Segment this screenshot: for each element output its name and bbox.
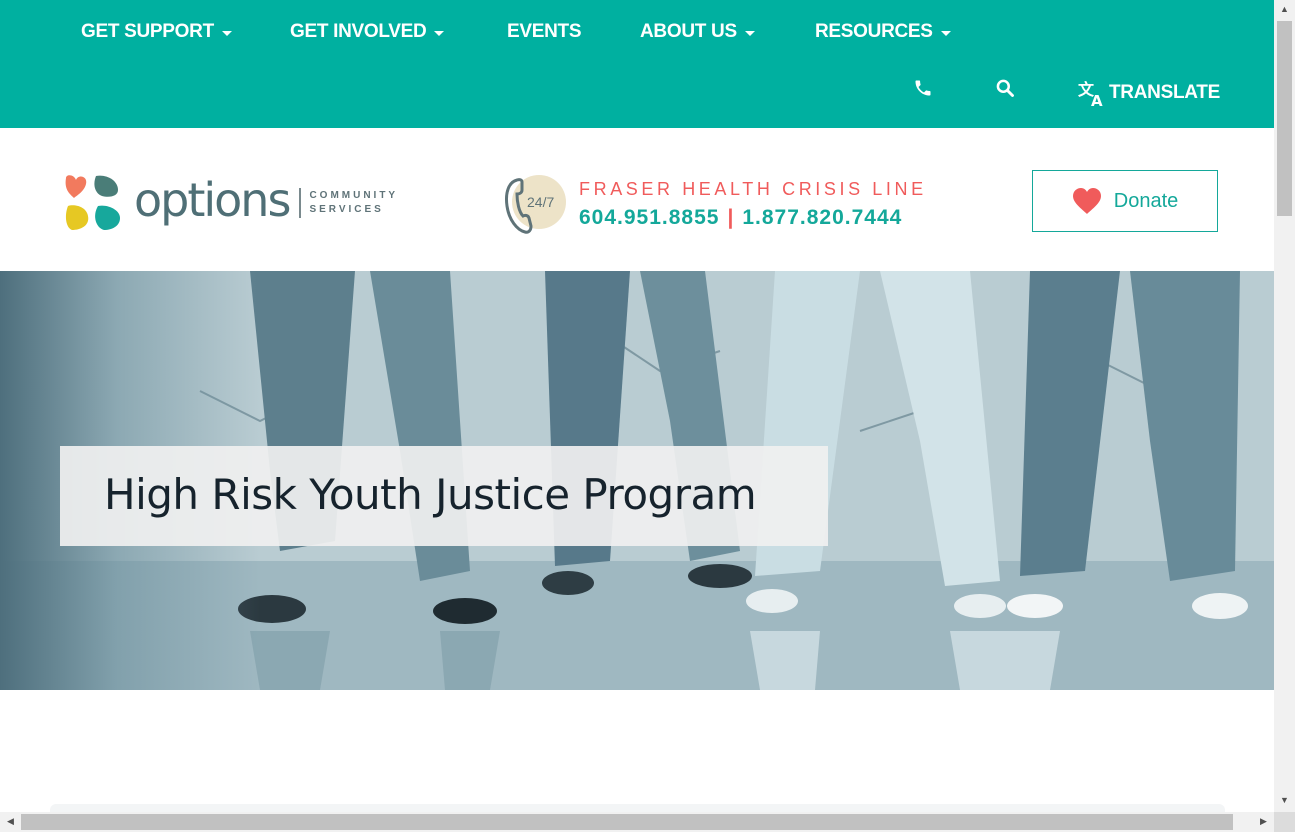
search-icon (996, 79, 1014, 97)
horizontal-scrollbar[interactable]: ◀ ▶ (0, 812, 1274, 832)
donate-label: Donate (1113, 189, 1179, 212)
site-logo[interactable]: options COMMUNITY SERVICES (62, 172, 398, 234)
nav-get-involved-label: GET INVOLVED (290, 21, 427, 42)
crisis-phones: 604.951.8855 | 1.877.820.7444 (579, 206, 927, 230)
phone-button[interactable] (913, 78, 933, 98)
scroll-right-arrow-icon[interactable]: ▶ (1253, 816, 1274, 827)
hero-title-box: High Risk Youth Justice Program (60, 446, 828, 546)
scroll-left-arrow-icon[interactable]: ◀ (0, 816, 21, 827)
vertical-scrollbar[interactable]: ▲ ▼ (1274, 0, 1295, 812)
scroll-down-arrow-icon[interactable]: ▼ (1274, 795, 1295, 805)
caret-down-icon (221, 30, 232, 36)
translate-button[interactable]: 文 A TRANSLATE (1077, 78, 1220, 108)
logo-sub-line1: COMMUNITY (309, 190, 399, 201)
caret-down-icon (940, 30, 951, 36)
scrollbar-corner (1274, 812, 1295, 832)
phone-icon (915, 80, 931, 96)
logo-wordmark: options (134, 173, 291, 227)
nav-get-involved[interactable]: GET INVOLVED (290, 19, 445, 45)
svg-text:A: A (1091, 92, 1103, 108)
logo-sub-line2: SERVICES (309, 204, 384, 215)
translate-icon: 文 A (1078, 80, 1103, 108)
crisis-phone-local[interactable]: 604.951.8855 (579, 206, 719, 229)
vertical-scroll-thumb[interactable] (1277, 21, 1292, 216)
crisis-phone-tollfree[interactable]: 1.877.820.7444 (742, 206, 902, 229)
crisis-text: FRASER HEALTH CRISIS LINE 604.951.8855 | 1… (579, 178, 927, 230)
top-nav-bar: GET SUPPORT GET INVOLVED EVENTS ABOUT US… (0, 0, 1274, 128)
nav-about-us[interactable]: ABOUT US (640, 19, 755, 45)
logo-divider (299, 188, 302, 218)
heart-icon (1072, 188, 1101, 214)
nav-about-us-label: ABOUT US (640, 21, 737, 42)
nav-events[interactable]: EVENTS (507, 19, 582, 45)
caret-down-icon (744, 30, 755, 36)
badge-24-7: 24/7 (527, 194, 554, 210)
logo-subtitle: COMMUNITY SERVICES (309, 189, 398, 217)
scroll-up-arrow-icon[interactable]: ▲ (1274, 4, 1295, 14)
nav-get-support[interactable]: GET SUPPORT (81, 19, 232, 45)
nav-get-support-label: GET SUPPORT (81, 21, 214, 42)
search-button[interactable] (995, 78, 1015, 98)
site-header: options COMMUNITY SERVICES 24/7 FRASER H… (0, 128, 1274, 271)
horizontal-scroll-thumb[interactable] (21, 814, 1233, 830)
hero-banner: High Risk Youth Justice Program (0, 271, 1274, 690)
nav-resources-label: RESOURCES (815, 21, 933, 42)
nav-events-label: EVENTS (507, 21, 582, 42)
caret-down-icon (434, 30, 445, 36)
page-title: High Risk Youth Justice Program (104, 470, 757, 519)
crisis-phone-separator: | (727, 206, 735, 229)
translate-label: TRANSLATE (1109, 82, 1220, 103)
nav-resources[interactable]: RESOURCES (815, 19, 951, 45)
crisis-title: FRASER HEALTH CRISIS LINE (579, 179, 927, 199)
crisis-line: 24/7 FRASER HEALTH CRISIS LINE 604.951.8… (503, 172, 927, 236)
phone-24-7-icon: 24/7 (505, 175, 566, 234)
donate-button[interactable]: Donate (1032, 170, 1218, 232)
logo-mark-icon (65, 175, 120, 230)
